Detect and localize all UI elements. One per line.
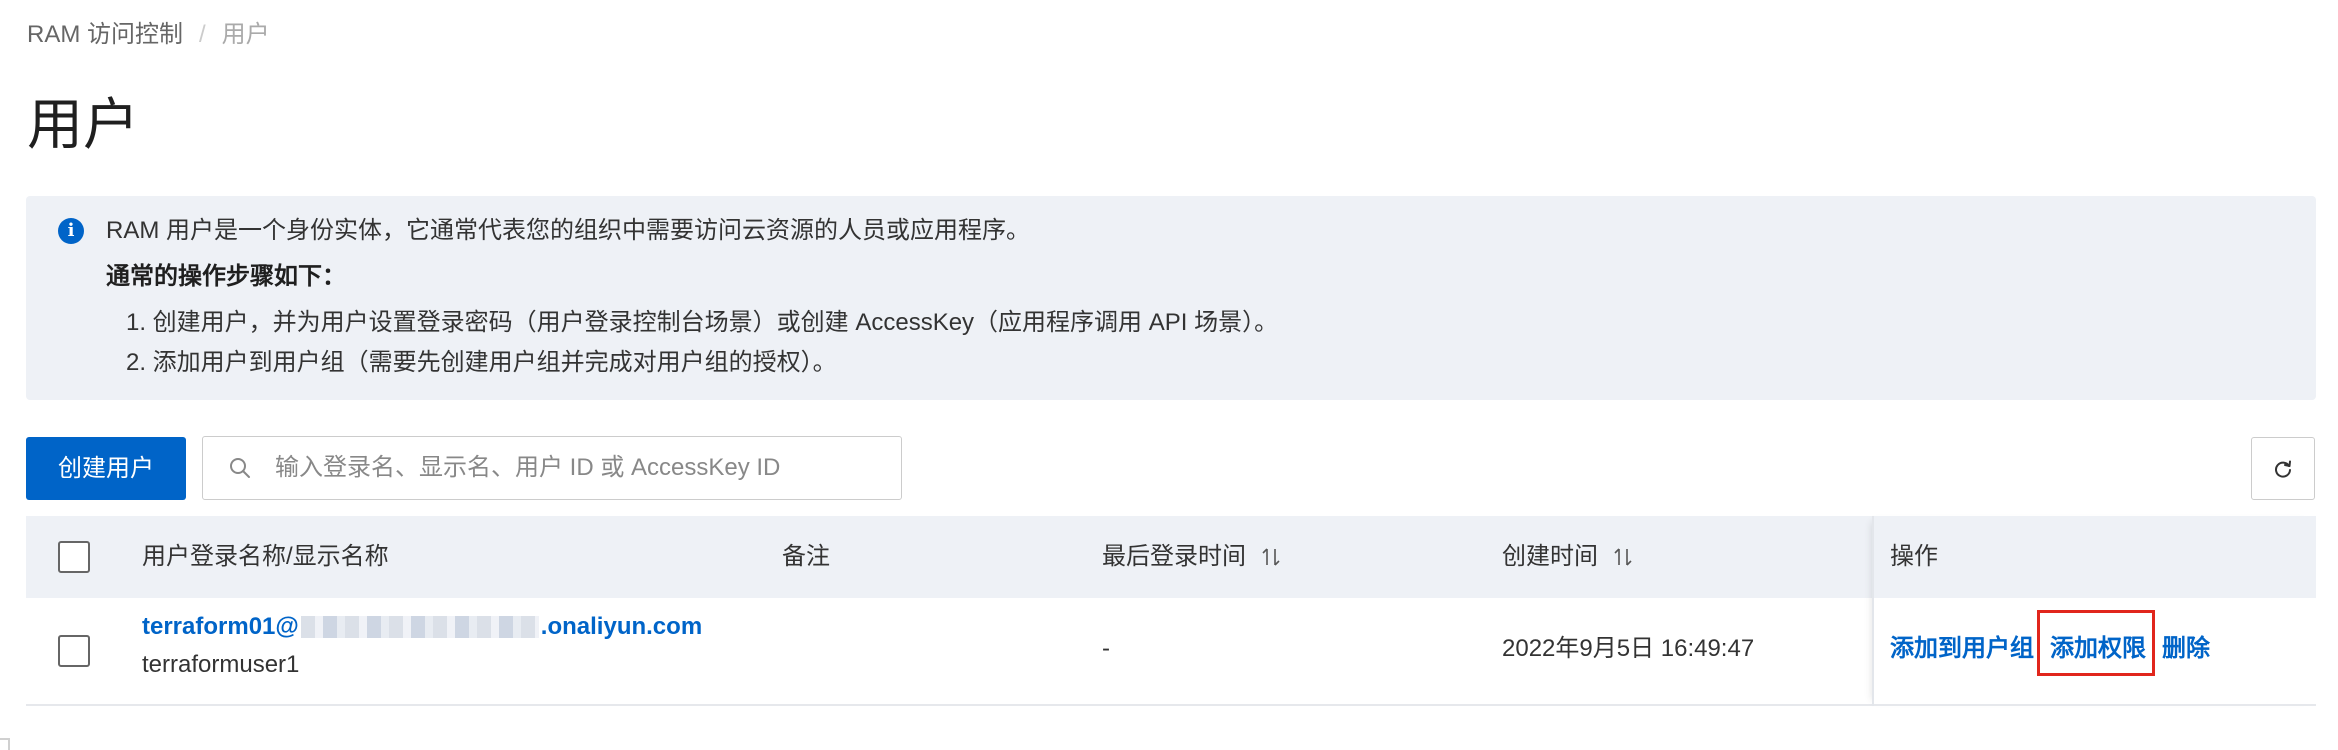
table-row: terraform01@ .onaliyun.com terraformuser… — [26, 598, 2316, 706]
table-header: 用户登录名称/显示名称 备注 最后登录时间 创建时间 操作 — [26, 516, 2316, 598]
sort-icon[interactable] — [1612, 546, 1634, 568]
refresh-icon — [2275, 460, 2291, 478]
search-input[interactable] — [275, 454, 875, 482]
row-checkbox[interactable] — [58, 635, 90, 667]
info-step-2: 2. 添加用户到用户组（需要先创建用户组并完成对用户组的授权）。 — [126, 349, 837, 376]
info-intro: RAM 用户是一个身份实体，它通常代表您的组织中需要访问云资源的人员或应用程序。 — [106, 217, 1030, 244]
sort-icon[interactable] — [1260, 546, 1282, 568]
page: RAM 访问控制 / 用户 用户 i RAM 用户是一个身份实体，它通常代表您的… — [0, 0, 2338, 750]
delete-link[interactable]: 删除 — [2162, 634, 2210, 664]
info-step-1: 1. 创建用户，并为用户设置登录密码（用户登录控制台场景）或创建 AccessK… — [126, 309, 1279, 336]
search-box[interactable] — [202, 436, 902, 500]
refresh-button[interactable] — [2251, 437, 2315, 500]
create-user-button[interactable]: 创建用户 — [26, 437, 186, 500]
column-header-name: 用户登录名称/显示名称 — [142, 543, 389, 570]
corner-mark — [0, 738, 10, 750]
user-login-prefix: terraform01@ — [142, 613, 299, 640]
breadcrumb: RAM 访问控制 / 用户 — [27, 20, 270, 50]
column-header-last-login[interactable]: 最后登录时间 — [1102, 542, 1282, 572]
breadcrumb-current: 用户 — [221, 21, 270, 48]
breadcrumb-root-link[interactable]: RAM 访问控制 — [27, 20, 183, 50]
users-table: 用户登录名称/显示名称 备注 最后登录时间 创建时间 操作 terraform0… — [26, 516, 2316, 708]
add-to-group-link[interactable]: 添加到用户组 — [1890, 634, 2034, 664]
row-actions: 添加到用户组 添加权限 删除 — [1890, 634, 2310, 664]
search-icon — [230, 458, 250, 478]
column-header-created-label: 创建时间 — [1502, 543, 1598, 570]
user-login-name-link[interactable]: terraform01@ .onaliyun.com — [142, 612, 702, 642]
add-permission-link[interactable]: 添加权限 — [2050, 634, 2146, 664]
user-display-name: terraformuser1 — [142, 651, 300, 678]
page-title: 用户 — [27, 93, 139, 156]
info-steps-title: 通常的操作步骤如下： — [106, 263, 346, 290]
column-header-actions: 操作 — [1890, 543, 1938, 570]
select-all-checkbox[interactable] — [58, 541, 90, 573]
info-box: i RAM 用户是一个身份实体，它通常代表您的组织中需要访问云资源的人员或应用程… — [26, 196, 2316, 400]
column-header-note: 备注 — [782, 543, 830, 570]
user-last-login: - — [1102, 635, 1110, 662]
column-header-created[interactable]: 创建时间 — [1502, 542, 1634, 572]
redacted-mask — [300, 616, 539, 638]
user-login-suffix: .onaliyun.com — [540, 613, 703, 640]
column-header-last-login-label: 最后登录时间 — [1102, 543, 1246, 570]
user-created-time: 2022年9月5日 16:49:47 — [1502, 635, 1755, 662]
info-icon: i — [58, 218, 84, 244]
breadcrumb-separator: / — [199, 21, 206, 48]
